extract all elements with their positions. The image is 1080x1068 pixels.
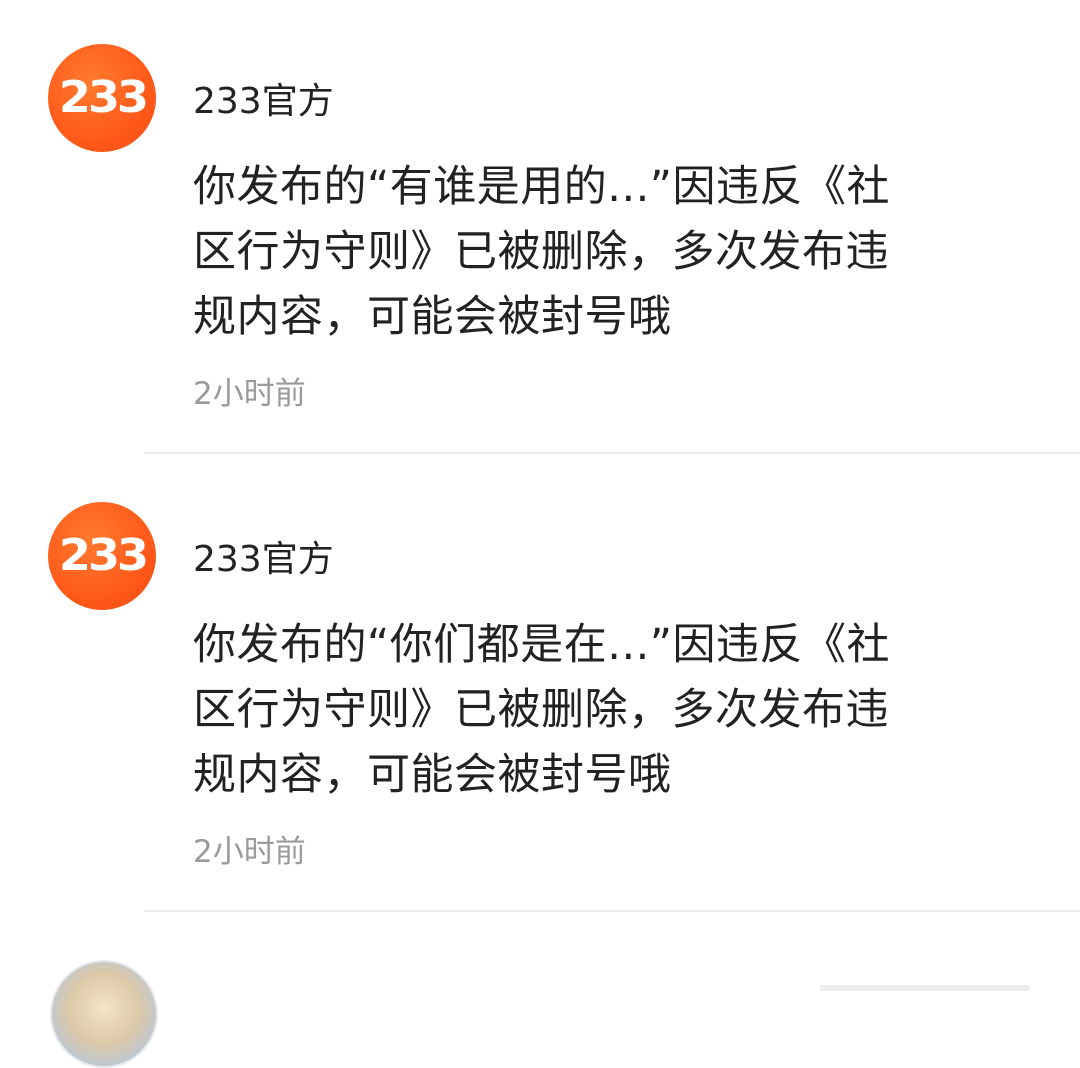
message-content-line: 规内容，可能会被封号哦	[193, 292, 672, 342]
avatar[interactable]: 233	[48, 502, 156, 610]
divider	[144, 452, 1080, 454]
message-content-line: 区行为守则》已被删除，多次发布违	[193, 227, 889, 277]
message-content-line: 你发布的“你们都是在...”因违反《社	[193, 620, 891, 670]
follow-button[interactable]	[820, 985, 1030, 991]
message-time: 2小时前	[193, 376, 306, 412]
message-content-line: 区行为守则》已被删除，多次发布违	[193, 685, 889, 735]
sender-name[interactable]: 233官方	[193, 80, 334, 124]
avatar[interactable]	[50, 960, 158, 1068]
sender-name[interactable]: 233官方	[193, 538, 334, 582]
avatar[interactable]: 233	[48, 44, 156, 152]
message-content-line: 你发布的“有谁是用的...”因违反《社	[193, 162, 891, 212]
avatar-logo-text: 233	[58, 530, 148, 581]
message-content: 你发布的“你们都是在...”因违反《社 区行为守则》已被删除，多次发布违 规内容…	[193, 613, 973, 808]
avatar-logo-text: 233	[58, 72, 148, 123]
message-content: 你发布的“有谁是用的...”因违反《社 区行为守则》已被删除，多次发布违 规内容…	[193, 155, 973, 350]
message-content-line: 规内容，可能会被封号哦	[193, 750, 672, 800]
divider	[144, 910, 1080, 912]
message-time: 2小时前	[193, 834, 306, 870]
